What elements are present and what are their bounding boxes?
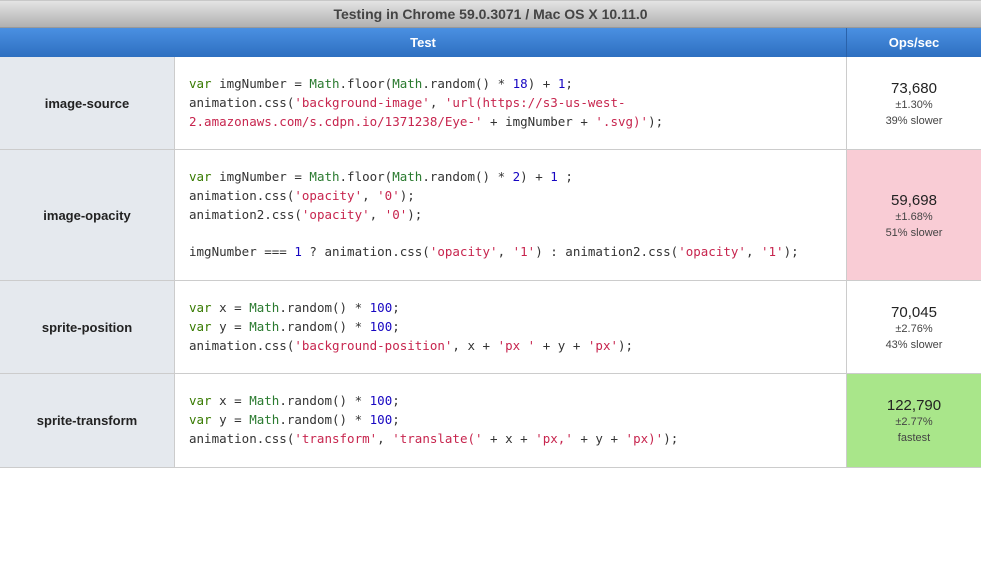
column-header-row: Test Ops/sec [0, 28, 981, 57]
ops-note: 51% slower [886, 227, 943, 239]
ops-note: 39% slower [886, 115, 943, 127]
header-title: Testing in Chrome 59.0.3071 / Mac OS X 1… [333, 6, 647, 22]
table-row: sprite-transformvar x = Math.random() * … [0, 374, 981, 467]
rows-container: image-sourcevar imgNumber = Math.floor(M… [0, 57, 981, 468]
test-code: var x = Math.random() * 100; var y = Mat… [175, 281, 847, 373]
ops-error: ±1.68% [895, 211, 932, 223]
header: Testing in Chrome 59.0.3071 / Mac OS X 1… [0, 0, 981, 28]
column-header-test: Test [0, 28, 847, 57]
table-row: sprite-positionvar x = Math.random() * 1… [0, 281, 981, 374]
ops-error: ±1.30% [895, 99, 932, 111]
ops-cell: 73,680 ±1.30% 39% slower [847, 57, 981, 149]
benchmark-table: Testing in Chrome 59.0.3071 / Mac OS X 1… [0, 0, 981, 468]
ops-note: fastest [898, 432, 930, 444]
ops-error: ±2.77% [895, 416, 932, 428]
ops-value: 59,698 [891, 192, 937, 209]
ops-cell: 59,698 ±1.68% 51% slower [847, 150, 981, 280]
test-name: image-source [0, 57, 175, 149]
ops-note: 43% slower [886, 339, 943, 351]
test-code: var imgNumber = Math.floor(Math.random()… [175, 57, 847, 149]
ops-cell: 70,045 ±2.76% 43% slower [847, 281, 981, 373]
ops-value: 70,045 [891, 304, 937, 321]
ops-error: ±2.76% [895, 323, 932, 335]
ops-value: 73,680 [891, 80, 937, 97]
table-row: image-opacityvar imgNumber = Math.floor(… [0, 150, 981, 281]
column-header-ops: Ops/sec [847, 28, 981, 57]
test-name: sprite-transform [0, 374, 175, 466]
ops-value: 122,790 [887, 397, 941, 414]
test-code: var x = Math.random() * 100; var y = Mat… [175, 374, 847, 466]
test-name: sprite-position [0, 281, 175, 373]
ops-cell: 122,790 ±2.77% fastest [847, 374, 981, 466]
table-row: image-sourcevar imgNumber = Math.floor(M… [0, 57, 981, 150]
test-name: image-opacity [0, 150, 175, 280]
test-code: var imgNumber = Math.floor(Math.random()… [175, 150, 847, 280]
